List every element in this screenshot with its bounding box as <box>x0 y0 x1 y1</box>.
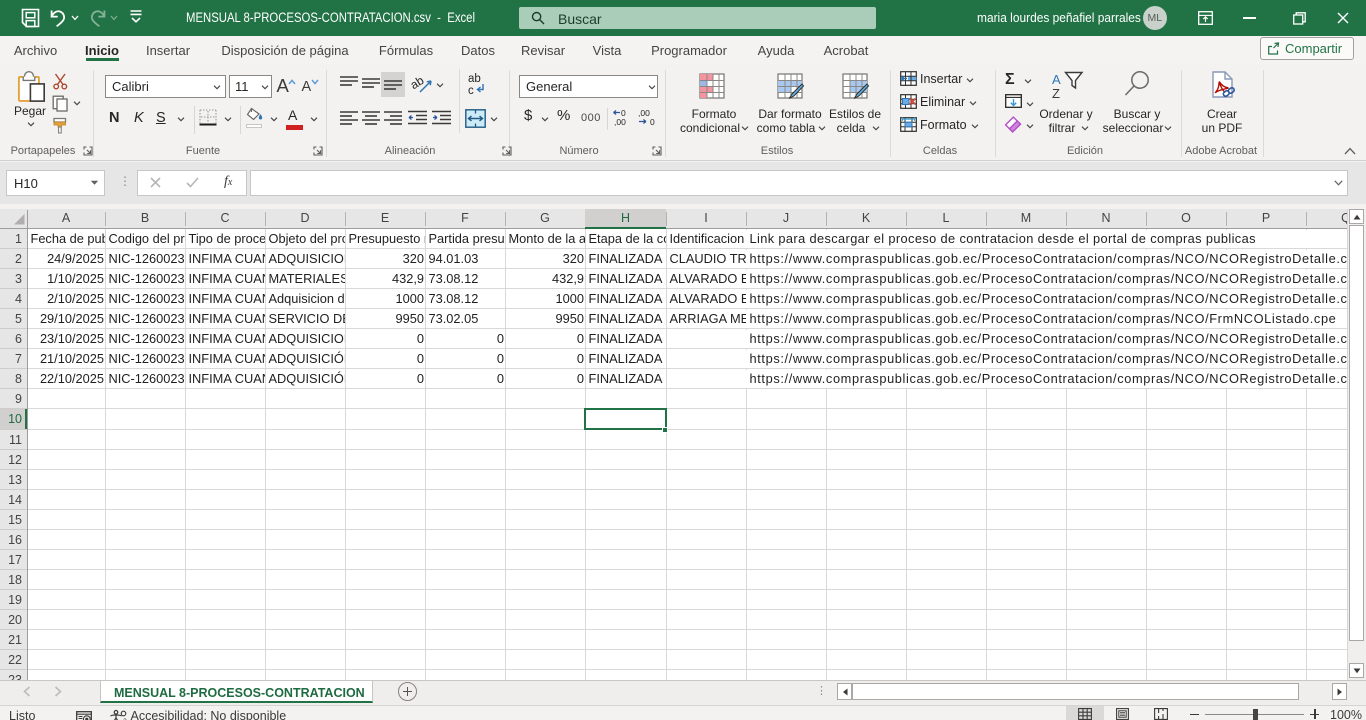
svg-text:Z: Z <box>1052 86 1060 101</box>
svg-text:ab: ab <box>468 73 481 85</box>
svg-text:0: 0 <box>650 117 655 127</box>
svg-text:,00: ,00 <box>638 108 650 118</box>
svg-text:c: c <box>468 85 474 97</box>
svg-text:,00: ,00 <box>614 117 626 127</box>
svg-text:A: A <box>1052 72 1061 87</box>
